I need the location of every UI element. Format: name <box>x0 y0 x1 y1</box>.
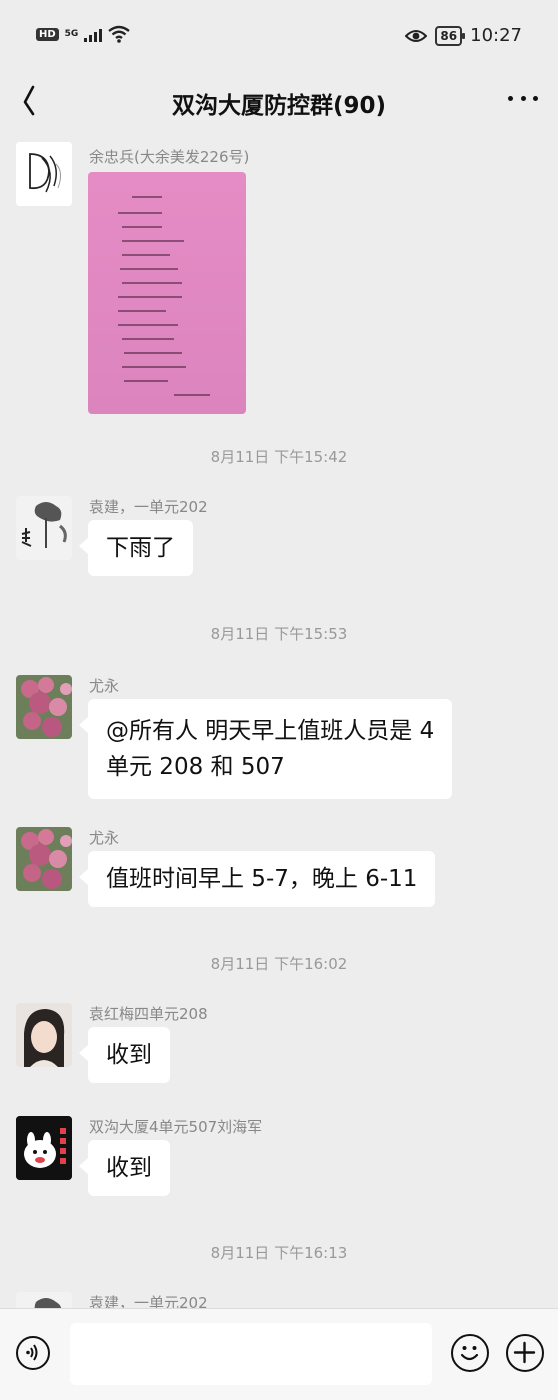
eye-icon <box>405 29 428 42</box>
chat-area[interactable]: 余忠兵(大余美发226号) 8月11日 下午15:42 袁建，一单元202 下雨… <box>0 132 558 1308</box>
input-bar <box>0 1308 558 1400</box>
message-bubble[interactable]: 值班时间早上 5-7，晚上 6-11 <box>78 851 436 907</box>
avatar[interactable] <box>16 1003 72 1067</box>
avatar[interactable] <box>16 1292 72 1308</box>
page-title: 双沟大厦防控群(90) <box>171 93 387 119</box>
hd-badge: HD <box>36 27 59 41</box>
voice-button[interactable] <box>16 1336 50 1370</box>
avatar[interactable] <box>16 1116 72 1180</box>
sender-name: 尤永 <box>89 677 120 695</box>
avatar[interactable] <box>16 496 72 560</box>
message-input[interactable] <box>70 1323 432 1385</box>
message-text: @所有人 明天早上值班人员是 4 <box>106 718 435 744</box>
status-right: 86 10:27 <box>405 25 522 46</box>
timestamp: 8月11日 下午16:02 <box>210 955 348 973</box>
dot-icon <box>533 96 538 101</box>
status-bar: HD 5G 86 10:27 <box>0 0 558 72</box>
message-bubble[interactable]: @所有人 明天早上值班人员是 4 单元 208 和 507 <box>78 699 453 799</box>
voice-icon <box>26 1344 38 1361</box>
battery-indicator: 86 <box>435 25 465 46</box>
network-label: 5G <box>64 29 79 39</box>
avatar[interactable] <box>16 675 72 739</box>
message-text: 单元 208 和 507 <box>106 754 285 780</box>
clock: 10:27 <box>470 25 522 46</box>
status-left: HD 5G <box>36 25 131 43</box>
plus-icon <box>513 1341 536 1364</box>
message-bubble[interactable]: 收到 <box>79 1027 170 1083</box>
flower-avatar-icon <box>16 675 72 739</box>
message-bubble[interactable]: 下雨了 <box>79 520 193 576</box>
sender-name: 袁建，一单元202 <box>89 1294 208 1308</box>
cartoon-avatar-icon <box>16 1116 72 1180</box>
dot-icon <box>508 96 513 101</box>
sender-name: 袁红梅四单元208 <box>89 1005 208 1023</box>
title-bar: 双沟大厦防控群(90) <box>0 72 558 132</box>
logo-avatar-icon <box>16 142 72 206</box>
avatar[interactable] <box>16 827 72 891</box>
ink-painting-avatar-icon <box>16 496 72 560</box>
timestamp: 8月11日 下午15:53 <box>210 625 348 643</box>
avatar[interactable] <box>16 142 72 206</box>
message-bubble[interactable]: 收到 <box>79 1140 170 1196</box>
message-text: 收到 <box>106 1042 152 1068</box>
image-message[interactable] <box>88 172 246 414</box>
more-options-button[interactable] <box>508 96 538 106</box>
signal-icon <box>84 26 103 42</box>
timestamp: 8月11日 下午16:13 <box>210 1244 348 1262</box>
emoji-button[interactable] <box>451 1334 489 1372</box>
message-text: 收到 <box>106 1155 152 1181</box>
timestamp: 8月11日 下午15:42 <box>210 448 348 466</box>
message-text: 值班时间早上 5-7，晚上 6-11 <box>106 866 418 892</box>
flower-avatar-icon <box>16 827 72 891</box>
message-text: 下雨了 <box>106 535 175 561</box>
sender-name: 袁建，一单元202 <box>89 498 208 516</box>
plus-button[interactable] <box>506 1334 544 1372</box>
person-avatar-icon <box>16 1003 72 1067</box>
sender-name: 双沟大厦4单元507刘海军 <box>89 1118 263 1136</box>
ink-painting-avatar-icon <box>16 1292 72 1308</box>
smiley-icon <box>460 1346 479 1361</box>
dot-icon <box>520 96 526 101</box>
sender-name: 尤永 <box>89 829 120 847</box>
sender-name: 余忠兵(大余美发226号) <box>89 148 250 166</box>
wifi-icon <box>108 25 131 43</box>
